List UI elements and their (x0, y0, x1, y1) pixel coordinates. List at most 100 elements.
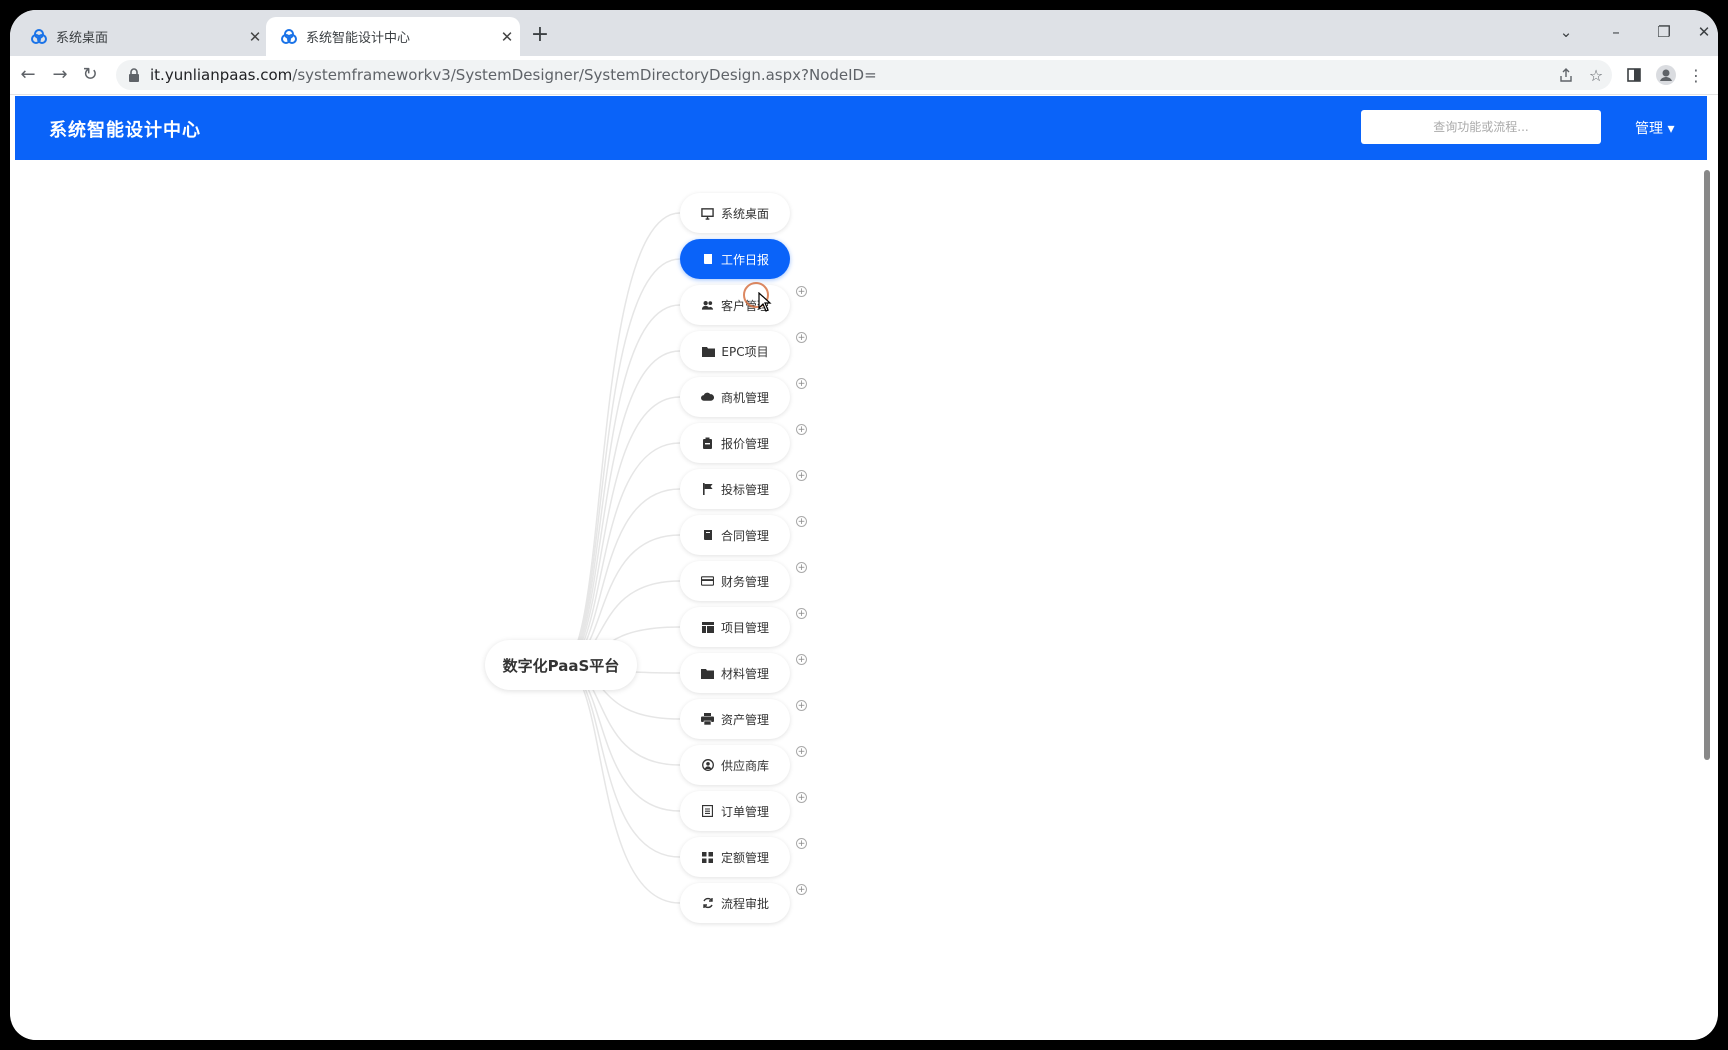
mindmap-node-label: 项目管理 (720, 620, 769, 635)
tab-search-icon[interactable]: ⌄ (1546, 18, 1586, 46)
manage-dropdown[interactable]: 管理 ▾ (1635, 118, 1674, 138)
mindmap-node-label: 系统桌面 (720, 206, 769, 221)
tab-title: 系统桌面 (56, 31, 109, 46)
expand-node-icon[interactable]: + (796, 654, 807, 665)
expand-node-icon[interactable]: + (796, 792, 807, 803)
expand-node-icon[interactable]: + (796, 378, 807, 389)
cloud-logo-icon (31, 28, 47, 44)
mindmap-connector (560, 664, 681, 858)
mindmap-connector (560, 258, 681, 666)
close-tab-icon[interactable]: ✕ (494, 28, 520, 46)
credit-card-icon (701, 574, 715, 588)
reload-icon[interactable]: ↻ (76, 61, 104, 89)
expand-node-icon[interactable]: + (796, 608, 807, 619)
restore-icon[interactable]: ❐ (1644, 18, 1684, 46)
address-bar[interactable]: it.yunlianpaas.com/systemframeworkv3/Sys… (116, 60, 1612, 90)
list-icon (701, 804, 715, 818)
forward-icon[interactable]: → (46, 61, 74, 89)
bookmark-star-icon[interactable]: ☆ (1582, 61, 1610, 89)
close-tab-icon[interactable]: ✕ (242, 28, 268, 46)
expand-node-icon[interactable]: + (796, 700, 807, 711)
book-icon (701, 528, 715, 542)
mindmap-node-label: 商机管理 (720, 390, 769, 405)
minimize-icon[interactable]: – (1596, 18, 1636, 46)
scrollbar-thumb[interactable] (1704, 170, 1710, 760)
tab-system-desktop[interactable]: 系统桌面 ✕ (16, 17, 268, 56)
folder-icon (701, 666, 715, 680)
users-icon (701, 298, 715, 312)
refresh-icon (701, 896, 715, 910)
tab-title: 系统智能设计中心 (306, 31, 411, 46)
browser-window: 系统桌面 ✕ 系统智能设计中心 ✕ + ⌄ – ❐ ✕ ← → ↻ it.yun… (10, 10, 1718, 1040)
mindmap-node[interactable]: 工作日报 (680, 239, 790, 279)
mindmap-connector (560, 396, 681, 666)
cloud-logo-icon (281, 28, 297, 44)
mouse-cursor-icon (758, 292, 772, 312)
expand-node-icon[interactable]: + (796, 286, 807, 297)
mindmap-node[interactable]: 定额管理 (680, 837, 790, 877)
mindmap-connectors (560, 212, 681, 904)
search-input[interactable] (1361, 110, 1601, 144)
vertical-scrollbar[interactable] (1702, 160, 1712, 1040)
expand-node-icon[interactable]: + (796, 746, 807, 757)
mindmap-node[interactable]: 材料管理 (680, 653, 790, 693)
new-tab-button[interactable]: + (525, 21, 555, 51)
mindmap-node[interactable]: 合同管理 (680, 515, 790, 555)
tab-design-center[interactable]: 系统智能设计中心 ✕ (266, 17, 520, 56)
table-icon (701, 620, 715, 634)
user-circle-icon (701, 758, 715, 772)
mindmap-node-label: 工作日报 (720, 252, 769, 267)
close-window-icon[interactable]: ✕ (1684, 18, 1718, 46)
mindmap-connector (560, 212, 681, 666)
app-header: 系统智能设计中心 管理 ▾ (15, 96, 1707, 160)
mindmap-node-label: EPC项目 (721, 344, 769, 359)
mindmap-node[interactable]: 报价管理 (680, 423, 790, 463)
mindmap-node-label: 财务管理 (720, 574, 769, 589)
mindmap-node-label: 流程审批 (720, 896, 769, 911)
browser-menu-icon[interactable]: ⋮ (1682, 61, 1710, 89)
browser-toolbar: ← → ↻ it.yunlianpaas.com/systemframework… (10, 56, 1718, 95)
mindmap-node-label: 资产管理 (720, 712, 769, 727)
expand-node-icon[interactable]: + (796, 838, 807, 849)
profile-avatar-icon[interactable] (1652, 61, 1680, 89)
grid-icon (701, 850, 715, 864)
back-icon[interactable]: ← (14, 61, 42, 89)
tab-bar: 系统桌面 ✕ 系统智能设计中心 ✕ + ⌄ – ❐ ✕ (10, 10, 1718, 56)
mindmap-node-label: 订单管理 (720, 804, 769, 819)
book-icon (701, 252, 715, 266)
folder-icon (701, 344, 715, 358)
app-title: 系统智能设计中心 (49, 120, 201, 141)
mindmap-canvas[interactable] (15, 160, 1707, 1040)
mindmap-connector (560, 664, 681, 904)
cloud-icon (701, 390, 715, 404)
mindmap-node[interactable]: 供应商库 (680, 745, 790, 785)
clipboard-icon (701, 436, 715, 450)
expand-node-icon[interactable]: + (796, 562, 807, 573)
mindmap-connector (560, 442, 681, 666)
mindmap-node[interactable]: 流程审批 (680, 883, 790, 923)
url-text: it.yunlianpaas.com/systemframeworkv3/Sys… (150, 66, 877, 84)
mindmap-node[interactable]: 投标管理 (680, 469, 790, 509)
mindmap-node[interactable]: 商机管理 (680, 377, 790, 417)
mindmap-node-label: 合同管理 (720, 528, 769, 543)
url-path: /systemframeworkv3/SystemDesigner/System… (292, 66, 877, 84)
mindmap-node[interactable]: 资产管理 (680, 699, 790, 739)
expand-node-icon[interactable]: + (796, 884, 807, 895)
expand-node-icon[interactable]: + (796, 470, 807, 481)
mindmap-node[interactable]: EPC项目 (680, 331, 790, 371)
mindmap-root-node[interactable]: 数字化PaaS平台 (485, 640, 637, 690)
mindmap-node[interactable]: 项目管理 (680, 607, 790, 647)
mindmap-node-label: 供应商库 (720, 758, 769, 773)
mindmap-node[interactable]: 订单管理 (680, 791, 790, 831)
mindmap-node-label: 投标管理 (720, 482, 769, 497)
side-panel-icon[interactable] (1620, 61, 1648, 89)
expand-node-icon[interactable]: + (796, 332, 807, 343)
expand-node-icon[interactable]: + (796, 424, 807, 435)
mindmap-node[interactable]: 财务管理 (680, 561, 790, 601)
share-icon[interactable] (1552, 61, 1580, 89)
expand-node-icon[interactable]: + (796, 516, 807, 527)
lock-icon (129, 68, 139, 82)
mindmap-node-label: 报价管理 (720, 436, 769, 451)
mindmap-node[interactable]: 系统桌面 (680, 193, 790, 233)
url-host: it.yunlianpaas.com (150, 66, 293, 84)
